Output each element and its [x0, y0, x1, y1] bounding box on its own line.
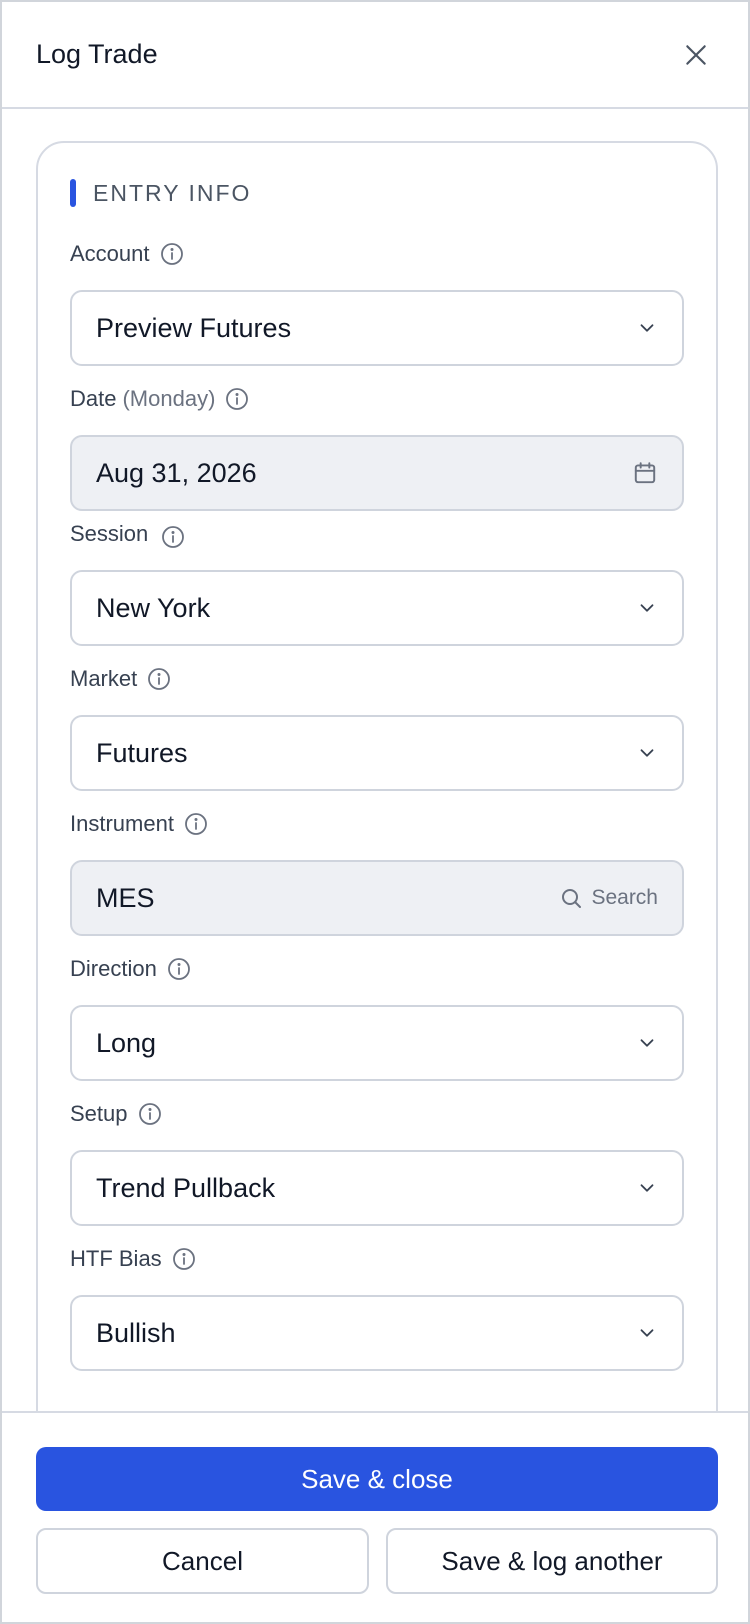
session-select[interactable]: New York [70, 570, 684, 646]
instrument-value: MES [96, 882, 155, 913]
account-label: Account [70, 241, 150, 266]
chevron-down-icon [640, 604, 654, 612]
htf-bias-label: HTF Bias [70, 1246, 162, 1271]
session-label: Session [70, 521, 149, 546]
date-picker[interactable]: Aug 31, 2026 [70, 435, 684, 511]
account-value: Preview Futures [96, 312, 292, 343]
info-icon[interactable] [160, 524, 186, 550]
session-field: Session New York [70, 519, 684, 646]
search-icon [562, 889, 582, 908]
instrument-label: Instrument [70, 811, 174, 836]
section-header: ENTRY INFO [70, 179, 251, 207]
session-value: New York [96, 592, 211, 623]
info-icon[interactable] [137, 1101, 163, 1127]
info-icon[interactable] [166, 956, 192, 982]
date-weekday: (Monday) [122, 386, 216, 411]
htf-bias-select[interactable]: Bullish [70, 1295, 684, 1371]
setup-field: Setup Trend Pullback [70, 1099, 684, 1226]
info-icon[interactable] [159, 241, 185, 267]
log-trade-modal: Log Trade ENTRY INFO Account Preview Fut… [0, 0, 750, 1624]
direction-value: Long [96, 1027, 157, 1058]
setup-value: Trend Pullback [96, 1172, 276, 1203]
market-select[interactable]: Futures [70, 715, 684, 791]
setup-label: Setup [70, 1101, 128, 1126]
modal-footer: Save & close Cancel Save & log another [2, 1411, 748, 1622]
chevron-down-icon [640, 1039, 654, 1047]
instrument-search-input[interactable]: MES Search [70, 860, 684, 936]
direction-select[interactable]: Long [70, 1005, 684, 1081]
section-title: ENTRY INFO [93, 179, 252, 206]
setup-select[interactable]: Trend Pullback [70, 1150, 684, 1226]
chevron-down-icon [640, 1329, 654, 1337]
save-close-button[interactable]: Save & close [36, 1447, 718, 1511]
direction-field: Direction Long [70, 954, 684, 1081]
section-accent-bar [70, 179, 76, 207]
instrument-field: Instrument MES Search [70, 809, 684, 936]
search-label: Search [591, 886, 658, 909]
modal-header: Log Trade [2, 2, 748, 109]
date-field: Date (Monday) Aug 31, 2026 [70, 384, 684, 511]
modal-title: Log Trade [36, 39, 158, 69]
account-field: Account Preview Futures [70, 239, 684, 366]
cancel-button[interactable]: Cancel [36, 1528, 369, 1594]
calendar-icon [634, 462, 656, 484]
date-label: Date [70, 386, 117, 411]
close-icon [686, 44, 706, 65]
instrument-search-button[interactable]: Search [559, 886, 658, 910]
info-icon[interactable] [183, 811, 209, 837]
htf-bias-value: Bullish [96, 1317, 176, 1348]
htf-bias-field: HTF Bias Bullish [70, 1244, 684, 1371]
account-select[interactable]: Preview Futures [70, 290, 684, 366]
date-value: Aug 31, 2026 [96, 457, 257, 488]
chevron-down-icon [640, 324, 654, 332]
entry-info-card: ENTRY INFO Account Preview Futures Date … [36, 141, 718, 1411]
info-icon[interactable] [171, 1246, 197, 1272]
chevron-down-icon [640, 1184, 654, 1192]
direction-label: Direction [70, 956, 157, 981]
save-log-another-button[interactable]: Save & log another [386, 1528, 718, 1594]
chevron-down-icon [640, 749, 654, 757]
info-icon[interactable] [224, 386, 250, 412]
market-field: Market Futures [70, 664, 684, 791]
market-label: Market [70, 666, 138, 691]
close-button[interactable] [678, 37, 714, 73]
info-icon[interactable] [146, 666, 172, 692]
form-scroll-area[interactable]: ENTRY INFO Account Preview Futures Date … [2, 109, 748, 1411]
market-value: Futures [96, 737, 188, 768]
